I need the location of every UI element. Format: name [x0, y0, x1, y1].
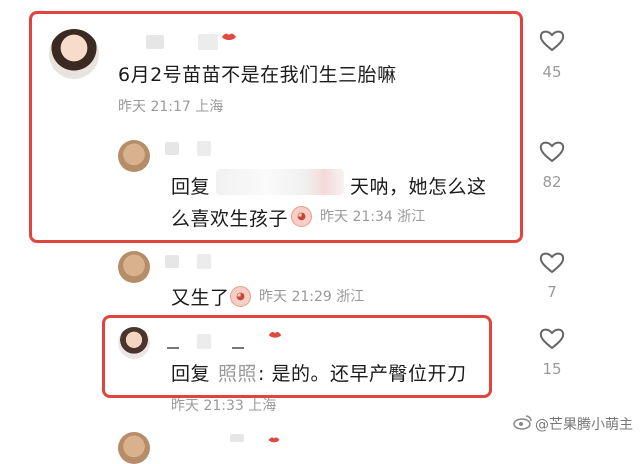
- username-blurred: [197, 254, 211, 269]
- comment-meta: 昨天 21:33 上海: [171, 398, 277, 414]
- like-count: 15: [542, 360, 562, 378]
- heart-icon[interactable]: [539, 251, 565, 279]
- comment-text: 又生了: [171, 287, 230, 309]
- like-count: 7: [547, 283, 557, 301]
- watermark: @芒果腾小萌主: [535, 417, 633, 433]
- heart-icon[interactable]: [539, 29, 565, 57]
- comment-meta: 昨天 21:29 浙江: [259, 289, 365, 305]
- lips-badge-icon: [267, 432, 281, 451]
- like-count: 82: [542, 173, 562, 191]
- highlight-box: [29, 11, 523, 243]
- heart-icon[interactable]: [539, 327, 565, 355]
- heart-icon[interactable]: [539, 140, 565, 168]
- avatar[interactable]: [118, 432, 150, 464]
- highlight-box: [102, 315, 492, 398]
- like-count: 45: [542, 63, 562, 81]
- shy-emoji-icon: ◕: [230, 286, 251, 307]
- avatar[interactable]: [118, 251, 150, 283]
- weibo-icon: [513, 414, 533, 434]
- username-blurred[interactable]: [165, 255, 179, 268]
